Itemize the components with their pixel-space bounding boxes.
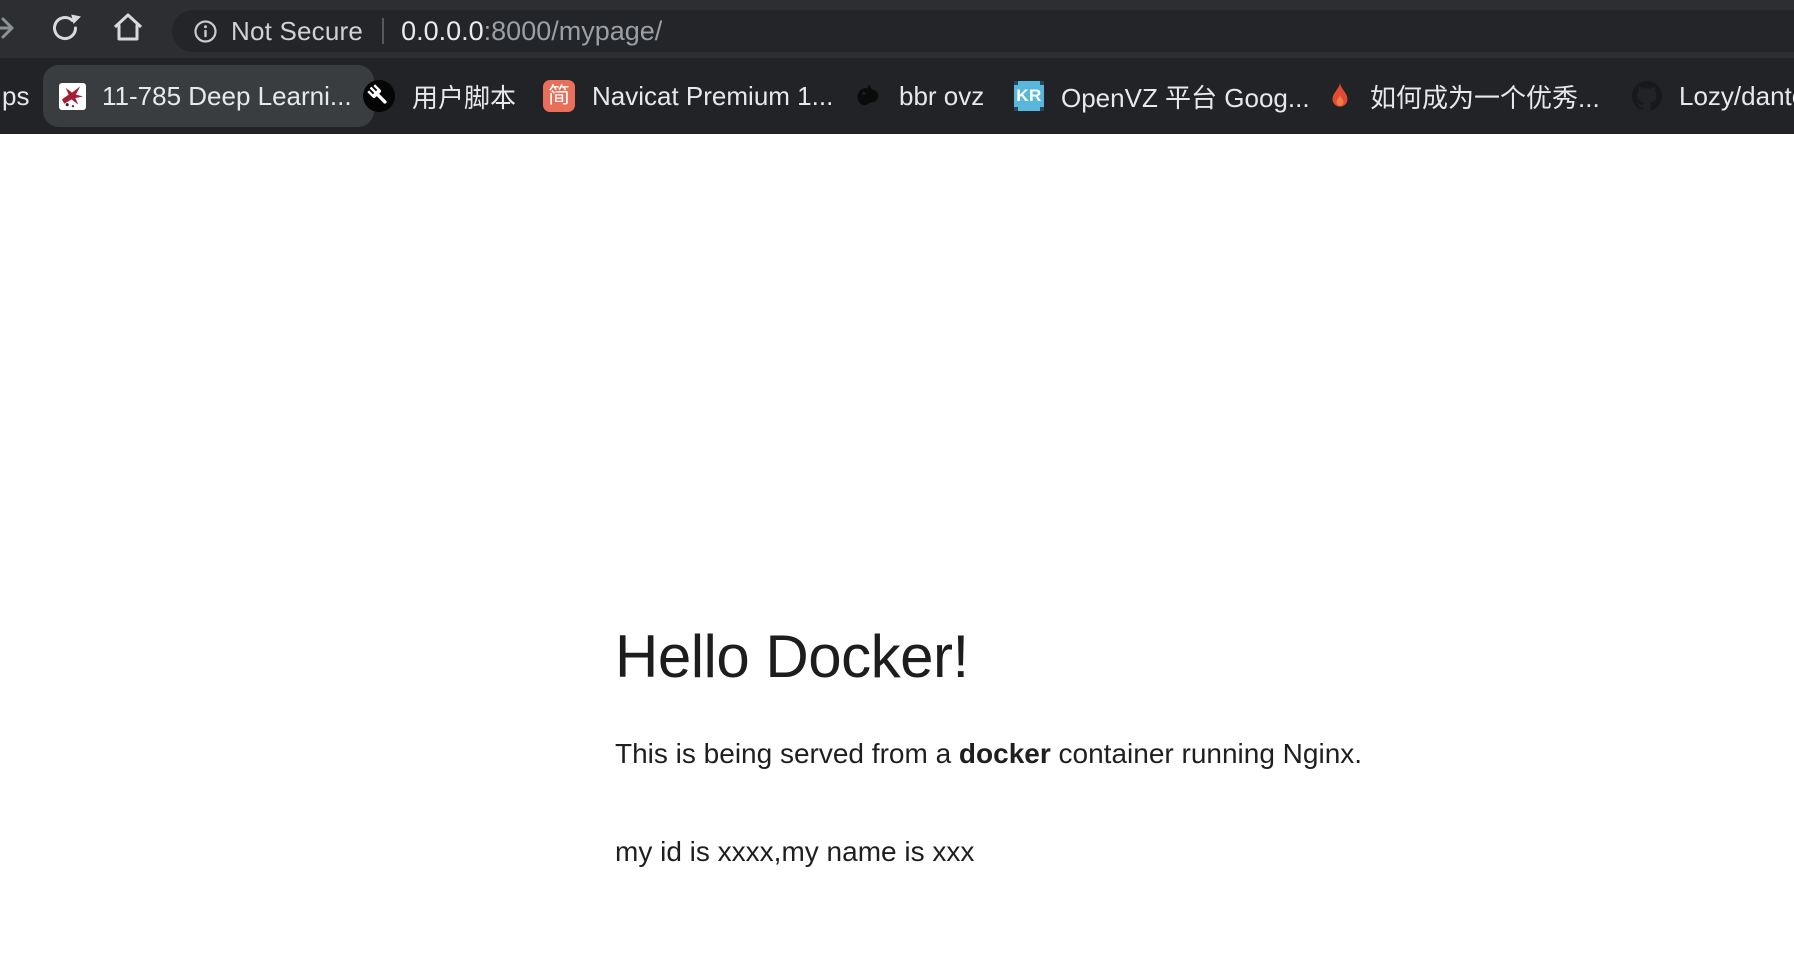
served-from-prefix: This is being served from a (615, 738, 959, 769)
url-host: 0.0.0.0 (401, 16, 484, 46)
bookmark-label: 如何成为一个优秀... (1370, 78, 1600, 115)
page-title: Hello Docker! (615, 622, 969, 691)
github-icon (1632, 81, 1662, 111)
bookmark-label: Lozy/dante (1679, 81, 1794, 112)
url-path: :8000/mypage/ (484, 16, 663, 46)
bookmark-article[interactable]: 如何成为一个优秀... (1327, 58, 1600, 134)
page-content: Hello Docker! This is being served from … (0, 134, 1794, 958)
info-icon[interactable] (194, 20, 217, 43)
forward-button[interactable] (0, 0, 19, 58)
served-from-line: This is being served from a docker conta… (615, 738, 1362, 770)
openvz-kr-favicon: KR (1014, 81, 1044, 111)
flame-icon (1327, 80, 1353, 112)
home-icon (110, 10, 146, 49)
browser-toolbar: Not Secure 0.0.0.0:8000/mypage/ (0, 0, 1794, 58)
cardinal-bird-favicon (59, 83, 86, 110)
bookmark-bbr-ovz[interactable]: bbr ovz (854, 58, 984, 134)
bookmarks-bar: ps 11-785 Deep Learni... (0, 58, 1794, 134)
browser-window: Not Secure 0.0.0.0:8000/mypage/ ps 11-78… (0, 0, 1794, 958)
docker-bold-word: docker (959, 738, 1051, 769)
url-text[interactable]: 0.0.0.0:8000/mypage/ (401, 16, 662, 47)
bookmark-navicat[interactable]: 简 Navicat Premium 1... (543, 58, 833, 134)
bookmark-label: OpenVZ 平台 Goog... (1061, 78, 1310, 115)
security-status-label: Not Secure (231, 16, 363, 47)
jianshu-favicon: 简 (543, 80, 575, 112)
address-bar[interactable]: Not Secure 0.0.0.0:8000/mypage/ (172, 10, 1794, 52)
apps-shortcut-partial[interactable]: ps (2, 58, 29, 134)
black-silhouette-favicon (854, 82, 882, 110)
bookmark-openvz[interactable]: KR OpenVZ 平台 Goog... (1014, 58, 1310, 134)
bookmark-label: bbr ovz (899, 81, 984, 112)
greasyfork-favicon (363, 80, 395, 112)
forward-arrow-icon (0, 10, 19, 49)
bookmark-label: 11-785 Deep Learni... (102, 81, 352, 112)
bookmark-11-785[interactable]: 11-785 Deep Learni... (43, 65, 374, 127)
id-name-line: my id is xxxx,my name is xxx (615, 836, 974, 868)
served-from-suffix: container running Nginx. (1051, 738, 1362, 769)
bookmark-userscripts[interactable]: 用户脚本 (363, 58, 516, 134)
omnibox-separator (382, 18, 384, 44)
reload-button[interactable] (46, 0, 84, 58)
kr-glyph: KR (1016, 81, 1042, 111)
home-button[interactable] (108, 0, 148, 58)
bookmark-label: 用户脚本 (412, 78, 516, 115)
reload-icon (48, 11, 82, 48)
bookmark-github-repo[interactable]: Lozy/dante (1632, 58, 1794, 134)
bookmark-label: Navicat Premium 1... (592, 81, 833, 112)
